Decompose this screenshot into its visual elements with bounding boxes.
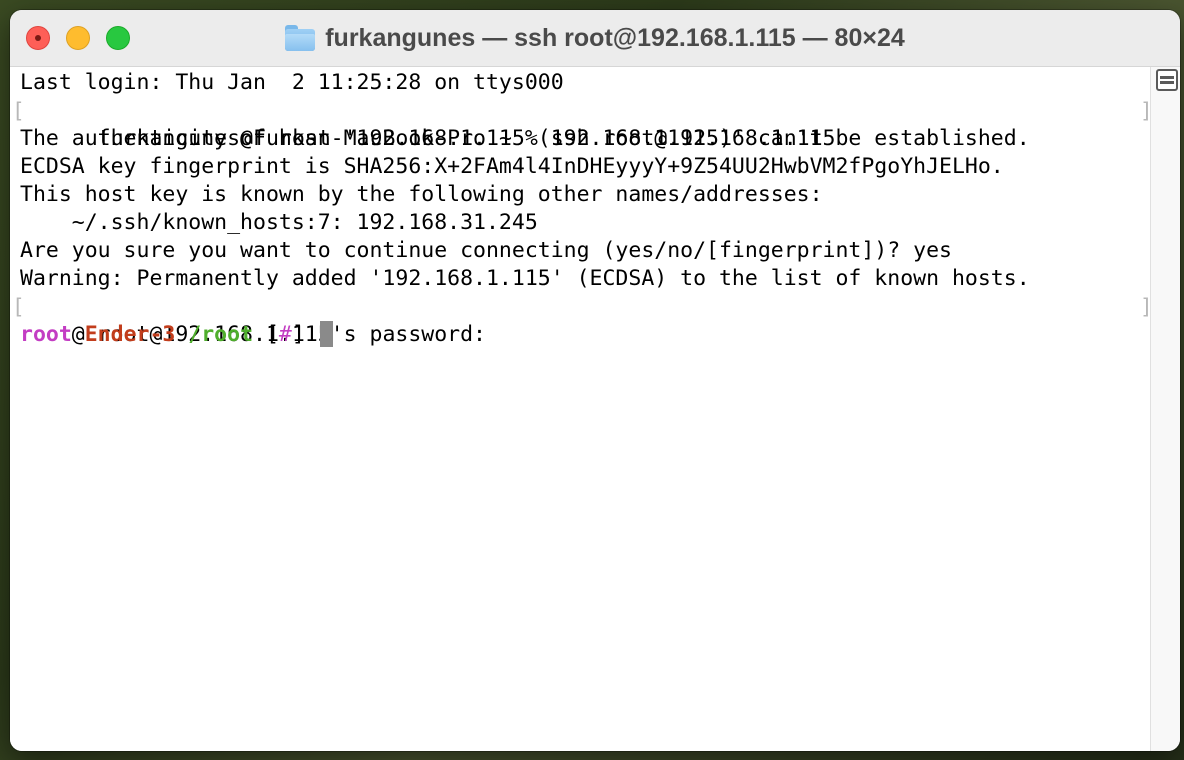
title-bar[interactable]: furkangunes — ssh root@192.168.1.115 — 8… <box>10 10 1180 67</box>
split-pane-icon[interactable] <box>1156 69 1178 91</box>
scrollbar[interactable] <box>1150 67 1180 751</box>
terminal-window: furkangunes — ssh root@192.168.1.115 — 8… <box>10 10 1180 751</box>
text-cursor <box>319 321 333 347</box>
terminal-line: This host key is known by the following … <box>20 182 823 207</box>
prompt-directory: /root <box>175 322 254 347</box>
shell-prompt[interactable]: root@Ender-3 /root [#] <box>20 321 1150 349</box>
terminal-line-password: [root@192.168.1.115's password: ] <box>12 293 1153 347</box>
prompt-hash: # <box>278 322 292 347</box>
window-title: furkangunes — ssh root@192.168.1.115 — 8… <box>325 23 905 52</box>
terminal-content[interactable]: Last login: Thu Jan 2 11:25:28 on ttys00… <box>10 67 1153 751</box>
terminal-line: The authenticity of host '192.168.1.115 … <box>20 126 1030 151</box>
terminal-line: ~/.ssh/known_hosts:7: 192.168.31.245 <box>20 210 538 235</box>
terminal-line: Are you sure you want to continue connec… <box>20 238 952 263</box>
terminal-line: Last login: Thu Jan 2 11:25:28 on ttys00… <box>20 70 564 95</box>
terminal-line: Warning: Permanently added '192.168.1.11… <box>20 266 1030 291</box>
mark-bracket-left: [ <box>12 99 25 123</box>
terminal-line: ECDSA key fingerprint is SHA256:X+2FAm4l… <box>20 154 1004 179</box>
window-title-group: furkangunes — ssh root@192.168.1.115 — 8… <box>10 10 1180 66</box>
prompt-host: Ender-3 <box>84 322 176 347</box>
prompt-bracket-close: ] <box>291 322 318 347</box>
mark-bracket-left: [ <box>12 295 25 319</box>
terminal-line-command: [furkangunes@Furkan-MacBook-Pro ~ % ssh … <box>12 97 1153 151</box>
prompt-bracket-open: [ <box>253 322 279 347</box>
folder-icon <box>285 25 316 51</box>
prompt-user: root <box>20 322 72 347</box>
prompt-at: @ <box>71 322 85 347</box>
